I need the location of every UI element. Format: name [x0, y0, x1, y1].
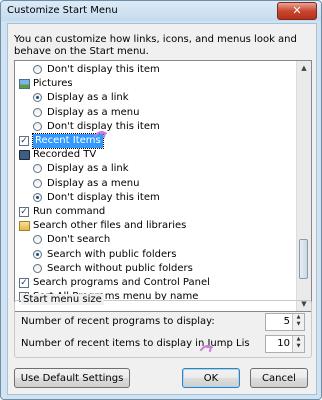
- close-button[interactable]: ✕: [277, 2, 317, 20]
- list-item-label: Search with public folders: [47, 248, 177, 260]
- list-item-label: Run command: [33, 206, 106, 217]
- radio-unselected-icon[interactable]: [33, 65, 42, 74]
- spinner-arrows-icon[interactable]: ▲ ▼: [292, 314, 304, 330]
- vertical-scrollbar[interactable]: ▲ ▼: [296, 61, 311, 311]
- cancel-button[interactable]: Cancel: [250, 368, 308, 388]
- list-item-label: Display as a menu: [47, 106, 140, 118]
- radio-unselected-icon[interactable]: [33, 164, 42, 174]
- recent-programs-label: Number of recent programs to display:: [21, 316, 215, 327]
- dialog-body: You can customize how links, icons, and …: [7, 23, 317, 395]
- list-item-label: Display as a link: [47, 163, 129, 175]
- group-title: Start menu size: [21, 294, 104, 305]
- radio-unselected-icon[interactable]: [33, 263, 42, 273]
- recent-programs-row: Number of recent programs to display: 5 …: [21, 313, 305, 331]
- list-item-label: Search without public folders: [47, 262, 193, 274]
- checkbox-checked-icon[interactable]: ✓: [19, 207, 29, 217]
- radio-unselected-icon[interactable]: [33, 121, 42, 131]
- pictures-icon: [19, 79, 30, 90]
- list-item-label: Don't display this item: [47, 191, 160, 203]
- radio-selected-icon[interactable]: [33, 249, 42, 259]
- radio-unselected-icon[interactable]: [33, 235, 42, 245]
- list-item-label: Don't search: [47, 234, 111, 246]
- search-folder-icon: [19, 221, 30, 232]
- start-menu-options-list[interactable]: ▲ ▼ Don't display this item Pictures Displ…: [14, 60, 312, 312]
- radio-unselected-icon[interactable]: [33, 107, 42, 117]
- scrollbar-thumb[interactable]: [299, 239, 308, 279]
- annotation-cursor-icon: [94, 131, 107, 138]
- window-title: Customize Start Menu: [7, 5, 118, 16]
- list-item-label: Search other files and libraries: [33, 220, 187, 232]
- start-menu-size-group: Start menu size Number of recent program…: [14, 294, 312, 358]
- recent-items-row: Number of recent items to display in Jum…: [21, 335, 305, 353]
- list-item-label: Display as a link: [47, 92, 129, 104]
- recorded-tv-icon: [19, 150, 30, 161]
- recent-programs-value[interactable]: 5: [284, 316, 290, 327]
- ok-button[interactable]: OK: [182, 368, 240, 388]
- list-item-label: Recorded TV: [33, 149, 97, 161]
- checkbox-checked-icon[interactable]: ✓: [19, 278, 29, 288]
- annotation-cursor-icon: [200, 345, 213, 352]
- recent-programs-spinner[interactable]: 5 ▲ ▼: [265, 313, 305, 331]
- recent-items-label: Number of recent items to display in Jum…: [21, 338, 250, 349]
- spinner-arrows-icon[interactable]: ▲ ▼: [292, 336, 304, 352]
- title-bar[interactable]: Customize Start Menu ✕: [1, 1, 321, 21]
- list-item-label: Display as a menu: [47, 177, 140, 189]
- customize-start-menu-dialog: Customize Start Menu ✕ You can customize…: [0, 0, 322, 400]
- list-item-label: Search programs and Control Panel: [33, 277, 210, 288]
- radio-unselected-icon[interactable]: [33, 178, 42, 188]
- list-item-label: Don't display this item: [47, 64, 160, 75]
- intro-text: You can customize how links, icons, and …: [14, 34, 297, 57]
- radio-selected-icon[interactable]: [33, 93, 42, 103]
- scroll-up-icon[interactable]: ▲: [297, 61, 311, 75]
- list-item-label: Pictures: [33, 78, 73, 90]
- recent-items-spinner[interactable]: 10 ▲ ▼: [265, 335, 305, 353]
- radio-selected-icon[interactable]: [33, 192, 42, 202]
- recent-items-value[interactable]: 10: [277, 338, 290, 349]
- use-default-settings-button[interactable]: Use Default Settings: [14, 368, 130, 388]
- checkbox-checked-icon[interactable]: ✓: [19, 136, 29, 146]
